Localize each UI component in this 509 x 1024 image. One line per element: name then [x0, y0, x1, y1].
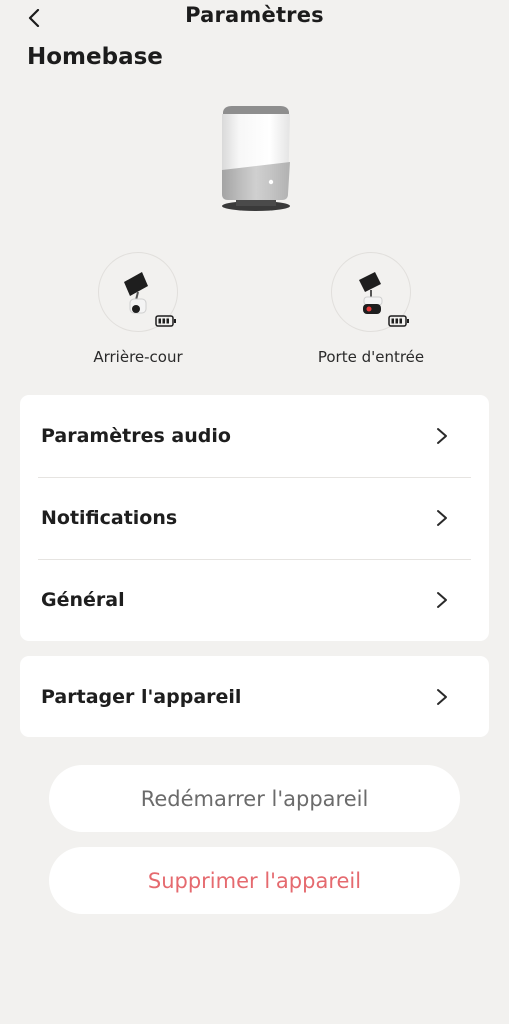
menu-item-label: Général	[41, 589, 125, 611]
camera-label: Arrière-cour	[93, 348, 183, 366]
homebase-hub-image	[214, 100, 296, 220]
menu-item-general[interactable]: Général	[20, 559, 489, 641]
chevron-right-icon	[437, 592, 447, 608]
chevron-right-icon	[437, 510, 447, 526]
camera-item-porte-entree[interactable]: Porte d'entrée	[291, 252, 451, 366]
menu-item-share-device[interactable]: Partager l'appareil	[20, 656, 489, 737]
battery-icon	[388, 315, 409, 327]
menu-item-label: Partager l'appareil	[41, 685, 242, 708]
restart-device-button[interactable]: Redémarrer l'appareil	[49, 765, 460, 832]
camera-avatar	[98, 252, 178, 332]
menu-item-audio-settings[interactable]: Paramètres audio	[20, 395, 489, 477]
share-card: Partager l'appareil	[20, 656, 489, 737]
camera-label: Porte d'entrée	[317, 348, 425, 366]
camera-item-arriere-cour[interactable]: Arrière-cour	[58, 252, 218, 366]
top-bar: Paramètres	[0, 0, 509, 36]
delete-device-button[interactable]: Supprimer l'appareil	[49, 847, 460, 914]
chevron-right-icon	[437, 688, 447, 705]
device-name: Homebase	[27, 44, 163, 70]
menu-item-notifications[interactable]: Notifications	[20, 477, 489, 559]
camera-avatar	[331, 252, 411, 332]
page-title: Paramètres	[185, 3, 324, 27]
battery-icon	[155, 315, 176, 327]
menu-item-label: Paramètres audio	[41, 425, 231, 447]
settings-card: Paramètres audio Notifications Général	[20, 395, 489, 641]
menu-item-label: Notifications	[41, 507, 178, 529]
chevron-right-icon	[437, 428, 447, 444]
